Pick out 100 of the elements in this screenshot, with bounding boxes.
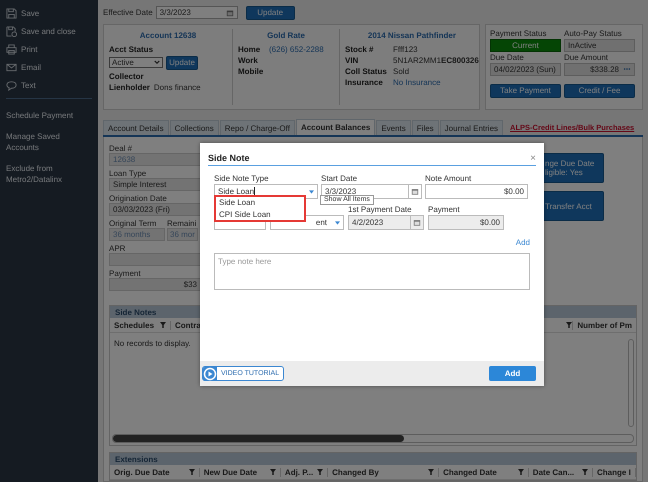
- sidebar-action[interactable]: Save: [0, 4, 98, 22]
- filter-icon[interactable]: [160, 322, 166, 328]
- field-label: Due Amount: [564, 52, 610, 62]
- column-header[interactable]: Date Can...: [528, 468, 594, 476]
- tab[interactable]: Repo / Charge-Off: [220, 120, 295, 135]
- tab[interactable]: Collections: [170, 120, 219, 135]
- action-label: Print: [21, 44, 38, 54]
- column-header[interactable]: Changed By: [328, 468, 440, 476]
- field-label: APR: [109, 244, 126, 253]
- calendar-icon: [226, 8, 234, 17]
- field-label: Coll Status: [345, 66, 388, 76]
- phone-link[interactable]: (626) 652-2288: [269, 44, 324, 54]
- filter-icon[interactable]: [428, 469, 434, 475]
- play-icon: [203, 366, 217, 380]
- field-label: Insurance: [345, 78, 384, 87]
- field-label: Payment Status: [490, 28, 548, 38]
- due-date-field: 04/02/2023 (Sun): [490, 62, 561, 76]
- note-field[interactable]: Type note here: [214, 253, 530, 290]
- field-label: Note Amount: [425, 174, 472, 184]
- payment-button[interactable]: Credit / Fee: [564, 84, 635, 98]
- more-icon[interactable]: [623, 67, 631, 72]
- action-label: Save: [21, 8, 40, 18]
- panel-title: 2014 Nissan Pathfinder: [366, 30, 457, 40]
- insurance-link[interactable]: No Insurance: [393, 78, 441, 87]
- field-label: Stock #: [345, 44, 374, 54]
- empty-message: No records to display.: [114, 339, 191, 350]
- add-link[interactable]: Add: [516, 238, 530, 250]
- close-button[interactable]: ×: [530, 152, 536, 164]
- column-header[interactable]: Schedules: [110, 320, 171, 330]
- sidebar-action[interactable]: Save and close: [0, 22, 98, 40]
- payment-button[interactable]: Take Payment: [490, 84, 561, 98]
- payment-field: $0.00: [428, 215, 504, 230]
- filter-icon[interactable]: [566, 322, 572, 328]
- filter-icon[interactable]: [270, 469, 276, 475]
- update-button[interactable]: Update: [246, 6, 295, 20]
- panel-title: Gold Rate: [266, 30, 306, 40]
- field-label: Auto-Pay Status: [564, 28, 623, 38]
- action-label: Text: [21, 80, 36, 90]
- sidebar-link[interactable]: Exclude from Metro2/Datalinx: [0, 160, 98, 188]
- panel-title: Account 12638: [138, 30, 198, 40]
- readonly-field: 36 months: [109, 228, 165, 241]
- field-label: Home: [238, 44, 262, 54]
- tab[interactable]: Account Details: [103, 120, 169, 135]
- caret-icon: [335, 220, 340, 224]
- field-label: Start Date: [321, 174, 358, 184]
- dropdown-option[interactable]: Side Loan: [219, 198, 301, 208]
- field-label: Payment: [428, 205, 461, 215]
- readonly-field: Simple Interest: [109, 178, 201, 191]
- field-label: Origination Date: [109, 194, 168, 203]
- column-header[interactable]: New Due Date: [200, 468, 281, 476]
- filter-icon[interactable]: [317, 469, 324, 475]
- field-label: Lienholder: [109, 82, 150, 92]
- readonly-field: 36 mor: [167, 228, 198, 241]
- sidebar-link[interactable]: Schedule Payment: [0, 107, 98, 124]
- filter-icon[interactable]: [518, 469, 524, 475]
- field-label: Work: [238, 56, 259, 65]
- field-value: Ffff123: [393, 44, 418, 54]
- field-label: Payment: [109, 269, 142, 278]
- column-header[interactable]: Orig. Due Date: [110, 468, 200, 476]
- floppy-clock-icon: [6, 26, 17, 36]
- update-button[interactable]: Update: [166, 56, 198, 70]
- field-label: Collector: [109, 72, 144, 81]
- column-header[interactable]: Adj. P...: [280, 468, 328, 476]
- readonly-field: $33: [109, 278, 201, 291]
- tab[interactable]: Events: [376, 120, 411, 135]
- action-button[interactable]: nge Due Date ligible: Yes: [542, 153, 604, 183]
- field-value: Dons finance: [154, 82, 201, 92]
- filter-icon[interactable]: [582, 469, 588, 475]
- envelope-icon: [6, 62, 17, 72]
- calendar-icon[interactable]: [408, 185, 421, 198]
- sidebar-action[interactable]: Text: [0, 76, 98, 94]
- field-label: Remaini: [167, 219, 198, 228]
- filter-icon[interactable]: [188, 469, 195, 475]
- status-badge: Current: [490, 38, 561, 52]
- column-header[interactable]: Changed Date: [439, 468, 529, 476]
- sidebar-action[interactable]: Email: [0, 58, 98, 76]
- action-button[interactable]: Transfer Acct: [542, 191, 604, 221]
- due-amount-field: $338.28: [564, 62, 635, 76]
- sidebar-link[interactable]: Manage Saved Accounts: [0, 128, 98, 156]
- tab[interactable]: Journal Entries: [440, 120, 504, 135]
- printer-icon: [6, 44, 17, 54]
- tab[interactable]: Account Balances: [296, 119, 376, 135]
- column-header[interactable]: Change I: [593, 468, 636, 476]
- field-label: 1st Payment Date: [348, 205, 413, 215]
- field-label: Due Date: [490, 52, 525, 62]
- caret-icon: [309, 190, 314, 194]
- date-field[interactable]: 4/2/2023: [348, 215, 424, 230]
- field-label: Mobile: [238, 66, 264, 76]
- panel-header: Extensions: [110, 453, 636, 465]
- amount-field[interactable]: $0.00: [425, 184, 528, 199]
- add-button[interactable]: Add: [489, 366, 536, 381]
- calendar-icon[interactable]: [410, 216, 423, 229]
- scrollbar[interactable]: [112, 434, 634, 443]
- scrollbar[interactable]: [628, 339, 634, 427]
- date-field[interactable]: 3/3/2023: [156, 6, 238, 20]
- tab[interactable]: Files: [412, 120, 439, 135]
- column-header[interactable]: Number of Pm: [572, 320, 636, 330]
- sidebar-action[interactable]: Print: [0, 40, 98, 58]
- field-label: Side Note Type: [214, 174, 270, 184]
- status-select[interactable]: Active: [109, 57, 163, 68]
